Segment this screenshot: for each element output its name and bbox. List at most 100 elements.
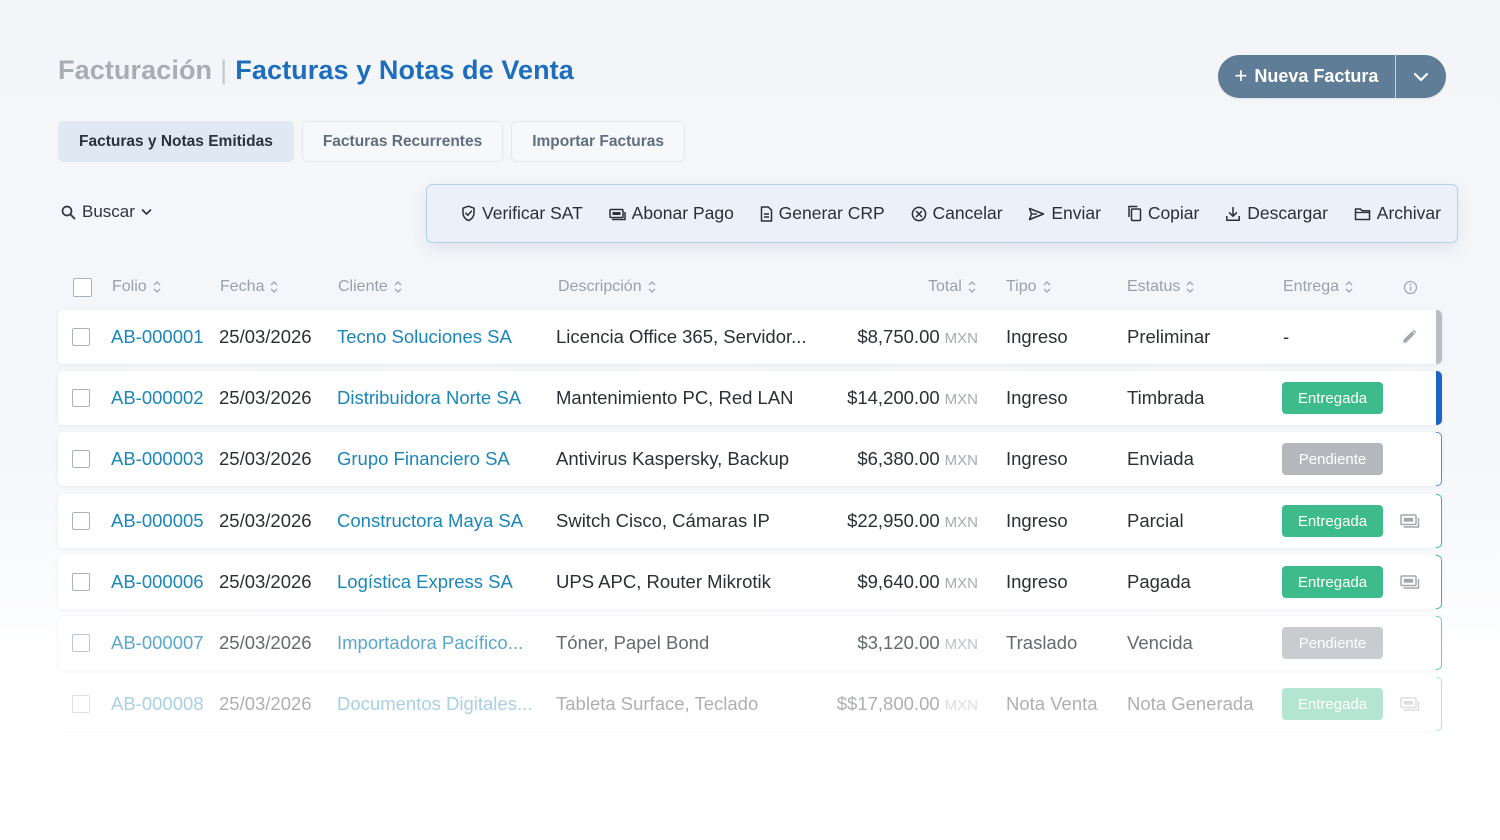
client-link[interactable]: Constructora Maya SA [337, 494, 523, 548]
row-status-accent [1436, 555, 1442, 609]
row-status-accent [1436, 432, 1442, 486]
folio-link[interactable]: AB-000008 [111, 677, 204, 731]
client-link[interactable]: Distribuidora Norte SA [337, 371, 521, 425]
new-invoice-button[interactable]: + Nueva Factura [1218, 55, 1395, 98]
currency-code: MXN [944, 391, 978, 408]
description-cell: Licencia Office 365, Servidor... [556, 326, 807, 347]
folio-link[interactable]: AB-000001 [111, 310, 204, 364]
currency-code: MXN [944, 330, 978, 347]
total-amount: $$17,800.00 [836, 693, 940, 714]
new-invoice-dropdown-button[interactable] [1396, 55, 1446, 98]
sort-icon [1043, 281, 1051, 293]
payment-button[interactable] [1400, 494, 1420, 548]
row-select-cell [72, 432, 90, 486]
column-header-entrega[interactable]: Entrega [1283, 270, 1353, 304]
sort-icon [1345, 281, 1353, 293]
delivery-cell: Pendiente [1282, 616, 1383, 670]
breadcrumb-facturacion[interactable]: Facturación [58, 55, 212, 85]
row-select-cell [72, 677, 90, 731]
select-all-checkbox[interactable] [73, 277, 92, 297]
row-select-cell [72, 555, 90, 609]
tab-importar-facturas[interactable]: Importar Facturas [511, 121, 685, 162]
row-status-accent [1436, 371, 1442, 425]
type-cell: Ingreso [1006, 571, 1068, 592]
client-link[interactable]: Documentos Digitales... [337, 677, 532, 731]
total-cell: $22,950.00 MXN [818, 494, 978, 548]
status-cell: Parcial [1127, 510, 1184, 531]
description-cell: Tóner, Papel Bond [556, 632, 710, 653]
column-header-folio[interactable]: Folio [112, 270, 161, 304]
folio-link[interactable]: AB-000002 [111, 371, 204, 425]
breadcrumb-current: Facturas y Notas de Venta [235, 55, 574, 85]
table-row[interactable]: AB-000005 25/03/2026 Constructora Maya SA S… [58, 494, 1442, 548]
table-row[interactable]: AB-000008 25/03/2026 Documentos Digitales.… [58, 677, 1442, 731]
total-amount: $9,640.00 [857, 571, 940, 592]
table-row[interactable]: AB-000001 25/03/2026 Tecno Soluciones SA Li… [58, 310, 1442, 364]
chevron-down-icon [141, 209, 152, 215]
plus-icon: + [1234, 62, 1248, 88]
total-cell: $$17,800.00 MXN [818, 677, 978, 731]
client-link[interactable]: Importadora Pacífico... [337, 616, 523, 670]
row-checkbox[interactable] [72, 695, 90, 713]
send-icon [1029, 207, 1045, 220]
row-checkbox[interactable] [72, 634, 90, 652]
status-cell: Vencida [1127, 632, 1193, 653]
column-header-fecha[interactable]: Fecha [220, 270, 278, 304]
row-checkbox[interactable] [72, 450, 90, 468]
column-info[interactable] [1403, 270, 1418, 304]
folio-link[interactable]: AB-000005 [111, 494, 204, 548]
description-cell: Mantenimiento PC, Red LAN [556, 387, 794, 408]
edit-button[interactable] [1400, 310, 1418, 364]
row-checkbox[interactable] [72, 328, 90, 346]
sort-icon [1186, 281, 1194, 293]
payment-button[interactable] [1400, 555, 1420, 609]
send-button[interactable]: Enviar [1028, 203, 1101, 224]
description-cell: Switch Cisco, Cámaras IP [556, 510, 770, 531]
copy-button[interactable]: Copiar [1127, 203, 1199, 224]
chevron-down-icon [1413, 72, 1429, 81]
type-cell: Nota Venta [1006, 693, 1098, 714]
sort-icon [648, 281, 656, 293]
apply-payment-button[interactable]: Abonar Pago [608, 203, 734, 224]
column-header-total[interactable]: Total [928, 270, 976, 304]
folio-link[interactable]: AB-000007 [111, 616, 204, 670]
cancel-button[interactable]: Cancelar [911, 203, 1003, 224]
search-dropdown[interactable]: Buscar [61, 202, 152, 222]
column-header-cliente[interactable]: Cliente [338, 270, 402, 304]
status-cell: Timbrada [1127, 387, 1205, 408]
column-label: Entrega [1283, 278, 1340, 295]
row-checkbox[interactable] [72, 389, 90, 407]
delivery-value: - [1283, 326, 1290, 347]
row-checkbox[interactable] [72, 573, 90, 591]
verify-sat-button[interactable]: Verificar SAT [461, 203, 583, 224]
table-row[interactable]: AB-000006 25/03/2026 Logística Express SA U… [58, 555, 1442, 609]
type-cell: Ingreso [1006, 448, 1068, 469]
client-link[interactable]: Grupo Financiero SA [337, 432, 510, 486]
download-button[interactable]: Descargar [1225, 203, 1328, 224]
client-link[interactable]: Logística Express SA [337, 555, 513, 609]
table-row[interactable]: AB-000003 25/03/2026 Grupo Financiero SA An… [58, 432, 1442, 486]
date-cell: 25/03/2026 [219, 510, 312, 531]
row-checkbox[interactable] [72, 512, 90, 530]
column-header-estatus[interactable]: Estatus [1127, 270, 1194, 304]
folio-link[interactable]: AB-000006 [111, 555, 204, 609]
generate-crp-button[interactable]: Generar CRP [760, 203, 885, 224]
type-cell: Traslado [1006, 632, 1078, 653]
total-amount: $8,750.00 [857, 326, 940, 347]
archive-button[interactable]: Archivar [1354, 203, 1441, 224]
table-row[interactable]: AB-000002 25/03/2026 Distribuidora Norte S… [58, 371, 1442, 425]
table-row[interactable]: AB-000007 25/03/2026 Importadora Pacífico.… [58, 616, 1442, 670]
column-header-tipo[interactable]: Tipo [1006, 270, 1051, 304]
payment-button[interactable] [1400, 677, 1420, 731]
search-label: Buscar [82, 202, 135, 221]
column-label: Tipo [1006, 278, 1037, 295]
delivery-cell: Entregada [1282, 494, 1383, 548]
tab-facturas-emitidas[interactable]: Facturas y Notas Emitidas [58, 121, 294, 162]
tab-facturas-recurrentes[interactable]: Facturas Recurrentes [301, 121, 504, 162]
folio-link[interactable]: AB-000003 [111, 432, 204, 486]
column-header-descripcion[interactable]: Descripción [558, 270, 656, 304]
client-link[interactable]: Tecno Soluciones SA [337, 310, 512, 364]
date-cell: 25/03/2026 [219, 387, 312, 408]
delivery-status-badge: Pendiente [1282, 443, 1383, 475]
total-cell: $9,640.00 MXN [818, 555, 978, 609]
